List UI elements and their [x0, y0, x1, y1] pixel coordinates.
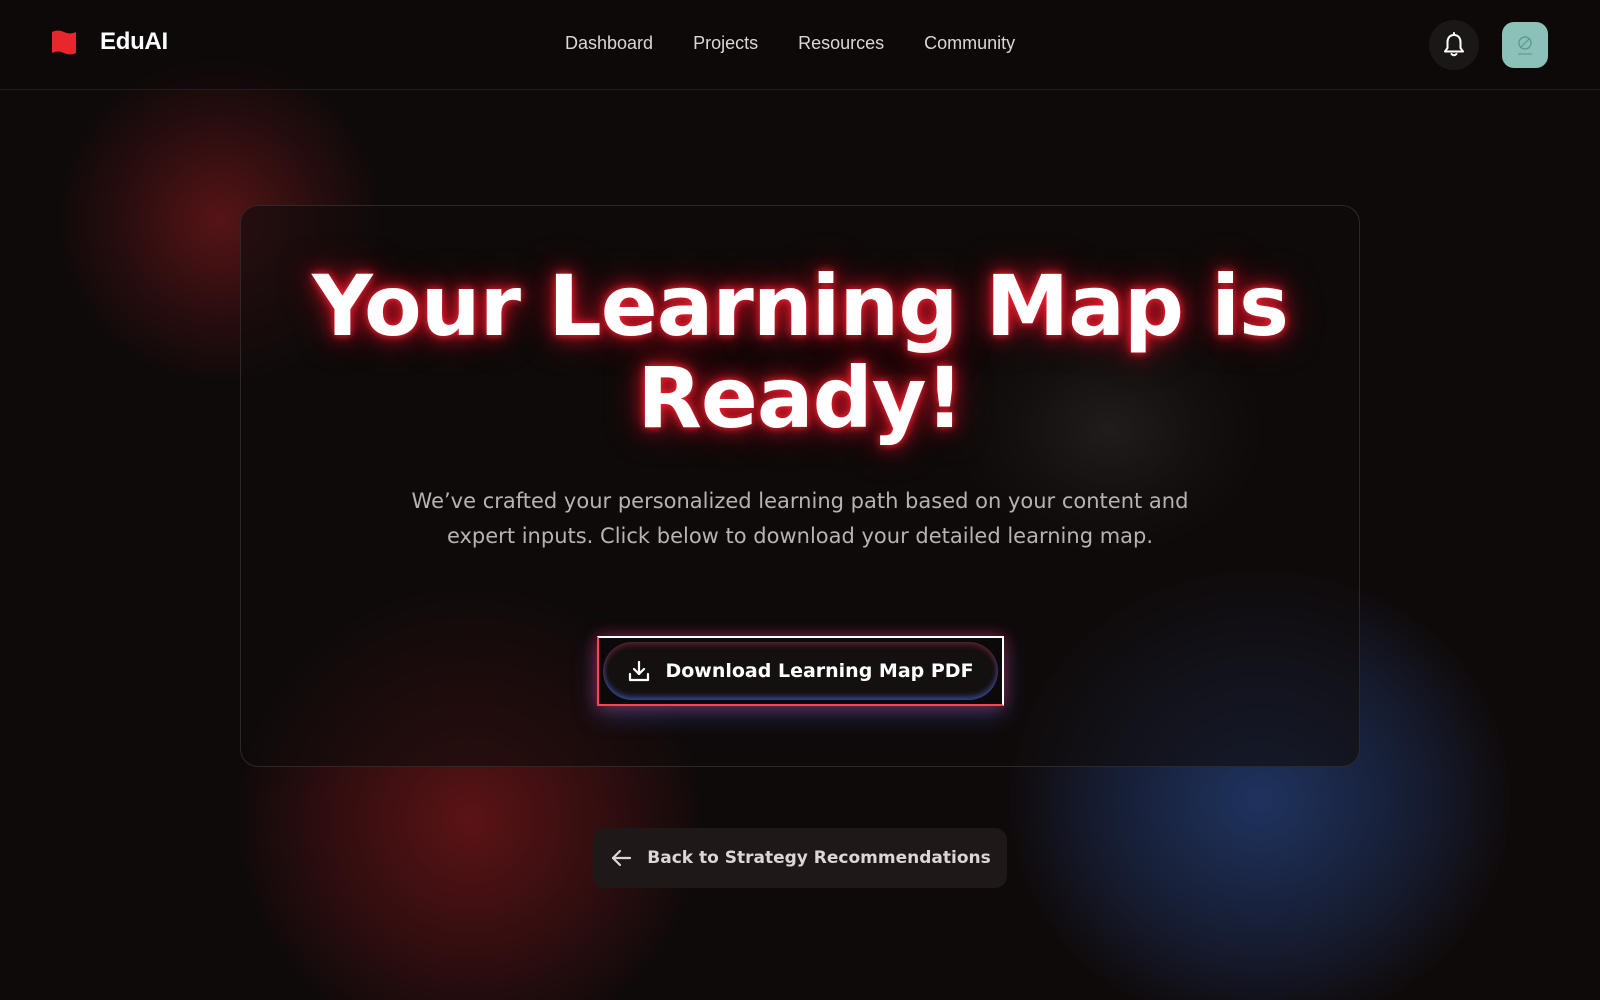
nav-item-dashboard[interactable]: Dashboard — [565, 33, 653, 54]
page-subtitle-line1: We’ve crafted your personalized learning… — [411, 489, 1189, 513]
back-button-label: Back to Strategy Recommendations — [647, 848, 991, 868]
arrow-left-icon — [612, 849, 632, 867]
main-nav: Dashboard Projects Resources Community — [565, 33, 1015, 54]
avatar-image-icon — [1518, 36, 1532, 55]
top-header: EduAI Dashboard Projects Resources Commu… — [0, 0, 1600, 90]
brand-name: EduAI — [100, 28, 168, 55]
nav-item-projects[interactable]: Projects — [693, 33, 758, 54]
nav-item-resources[interactable]: Resources — [798, 33, 884, 54]
flag-logo-icon — [52, 30, 76, 55]
brand[interactable]: EduAI — [50, 27, 168, 57]
page-subtitle: We’ve crafted your personalized learning… — [380, 484, 1220, 554]
user-avatar[interactable] — [1502, 22, 1548, 68]
page-subtitle-line2: expert inputs. Click below to download y… — [446, 524, 1154, 548]
download-pdf-button[interactable]: Download Learning Map PDF — [597, 636, 1004, 706]
bell-icon — [1444, 32, 1464, 57]
nav-item-community[interactable]: Community — [924, 33, 1015, 54]
notifications-button[interactable] — [1429, 20, 1479, 70]
page: EduAI Dashboard Projects Resources Commu… — [0, 0, 1600, 1000]
page-title-line2: Ready! — [637, 349, 964, 447]
download-icon — [629, 660, 650, 682]
back-to-strategy-button[interactable]: Back to Strategy Recommendations — [593, 828, 1007, 888]
page-title: Your Learning Map is Ready! — [0, 260, 1600, 444]
page-title-line1: Your Learning Map is — [311, 257, 1289, 355]
download-button-label: Download Learning Map PDF — [665, 660, 974, 682]
